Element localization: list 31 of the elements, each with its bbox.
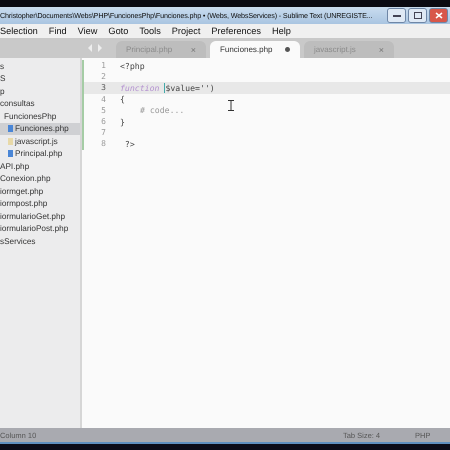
- sidebar-item[interactable]: consultas: [0, 98, 80, 110]
- code-editor[interactable]: 1 <?php 2 3 function $value='') 4 { 5 # code... 6 } 7 8 ?>: [82, 58, 450, 428]
- menu-item[interactable]: Find: [48, 26, 67, 36]
- menu-item[interactable]: Goto: [108, 26, 128, 36]
- menu-item[interactable]: View: [78, 26, 98, 36]
- sidebar-item[interactable]: sServices: [0, 235, 80, 248]
- sidebar-item[interactable]: Funciones.php: [0, 122, 80, 135]
- sidebar-item[interactable]: Principal.php: [0, 148, 80, 160]
- sidebar-item[interactable]: iormularioGet.php: [0, 210, 80, 222]
- sidebar-item[interactable]: S: [0, 72, 80, 85]
- sidebar-item[interactable]: iormularioPost.php: [0, 222, 80, 235]
- menu-item[interactable]: Tools: [139, 26, 161, 36]
- sidebar-item[interactable]: Conexion.php: [0, 172, 80, 185]
- sidebar-item[interactable]: s: [0, 60, 80, 72]
- sidebar-item[interactable]: iormget.php: [0, 185, 80, 198]
- code-line: 7: [82, 127, 450, 138]
- menu-item[interactable]: Help: [272, 26, 291, 36]
- menu-item[interactable]: Project: [172, 26, 200, 36]
- code-line: 6 }: [82, 116, 450, 128]
- sidebar-item[interactable]: p: [0, 85, 80, 98]
- menu-item[interactable]: Selection: [0, 26, 38, 36]
- sidebar-item[interactable]: API.php: [0, 160, 80, 172]
- sidebar-item[interactable]: javascript.js: [0, 135, 80, 148]
- editor-tab[interactable]: Funciones.php: [210, 41, 300, 58]
- code-line: 4 {: [82, 94, 450, 105]
- code-line: 8 ?>: [82, 138, 450, 150]
- sidebar-item[interactable]: FuncionesPhp: [0, 110, 80, 122]
- code-line: 1 <?php: [82, 60, 450, 72]
- code-line: 5 # code...: [82, 104, 450, 116]
- sidebar-item[interactable]: iormpost.php: [0, 198, 80, 210]
- menu-item[interactable]: Preferences: [211, 26, 261, 36]
